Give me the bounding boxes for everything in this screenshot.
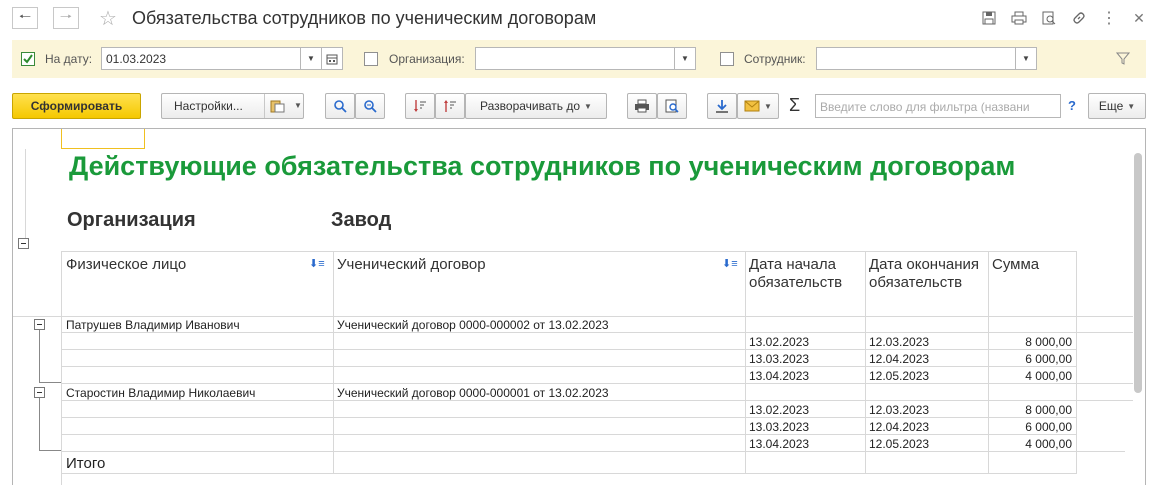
filter-bar: На дату: 01.03.2023 ▼ Организация: ▼ Сот… — [12, 40, 1146, 78]
sum-cell[interactable]: 6 000,00 — [992, 352, 1072, 366]
organization-dropdown-button[interactable]: ▼ — [674, 47, 696, 70]
title-bar: 🠐 🠒 ☆ Обязательства сотрудников по учени… — [0, 0, 1152, 38]
sum-cell[interactable]: 8 000,00 — [992, 403, 1072, 417]
start-date-cell[interactable]: 13.03.2023 — [749, 420, 809, 434]
col-header-person[interactable]: Физическое лицо — [62, 253, 332, 316]
expand-to-dropdown-icon: ▼ — [584, 101, 592, 111]
start-date-cell[interactable]: 13.02.2023 — [749, 403, 809, 417]
date-label: На дату: — [45, 52, 93, 66]
collapse-all-toggle[interactable] — [18, 238, 29, 249]
col-header-end[interactable]: Дата окончания обязательств — [865, 253, 987, 316]
sum-cell[interactable]: 4 000,00 — [992, 369, 1072, 383]
end-date-cell[interactable]: 12.05.2023 — [869, 369, 929, 383]
report-org-value: Завод — [331, 209, 392, 231]
date-dropdown-button[interactable]: ▼ — [300, 47, 322, 70]
date-checkbox[interactable] — [21, 52, 35, 66]
employee-field[interactable] — [816, 47, 1016, 70]
save-icon[interactable] — [980, 9, 998, 27]
sort-asc-button[interactable] — [435, 93, 465, 119]
end-date-cell[interactable]: 12.03.2023 — [869, 335, 929, 349]
employee-checkbox[interactable] — [720, 52, 734, 66]
settings-label: Настройки... — [174, 99, 243, 113]
end-date-cell[interactable]: 12.05.2023 — [869, 437, 929, 451]
more-actions-icon[interactable]: ⋮ — [1100, 9, 1118, 27]
end-date-cell[interactable]: 12.03.2023 — [869, 403, 929, 417]
print-preview-icon — [665, 99, 679, 113]
sort-desc-icon — [414, 100, 426, 112]
variant-icon — [270, 99, 286, 116]
help-link[interactable]: ? — [1068, 98, 1076, 113]
expand-to-label: Разворачивать до — [480, 99, 581, 113]
calendar-icon[interactable] — [321, 47, 343, 70]
sum-cell[interactable]: 6 000,00 — [992, 420, 1072, 434]
organization-checkbox[interactable] — [364, 52, 378, 66]
person-cell[interactable]: Патрушев Владимир Иванович — [66, 318, 240, 332]
envelope-icon — [744, 100, 760, 112]
start-date-cell[interactable]: 13.03.2023 — [749, 352, 809, 366]
sum-icon[interactable]: Σ — [789, 95, 800, 116]
sum-cell[interactable]: 8 000,00 — [992, 335, 1072, 349]
sort-asc-icon — [444, 100, 456, 112]
forward-icon[interactable]: 🠒 — [53, 7, 79, 29]
end-date-cell[interactable]: 12.04.2023 — [869, 420, 929, 434]
date-field[interactable]: 01.03.2023 — [101, 47, 301, 70]
contract-cell[interactable]: Ученический договор 0000-000002 от 13.02… — [337, 318, 609, 332]
group-1-toggle[interactable] — [34, 319, 45, 330]
link-icon[interactable] — [1070, 9, 1088, 27]
settings-dropdown-icon: ▼ — [294, 101, 302, 110]
search-next-icon — [364, 100, 377, 113]
save-report-button[interactable] — [707, 93, 737, 119]
more-label: Еще — [1098, 99, 1124, 113]
group-2-toggle[interactable] — [34, 387, 45, 398]
settings-button[interactable]: Настройки... ▼ — [161, 93, 304, 119]
selected-cell — [61, 129, 145, 149]
printer-icon — [635, 99, 649, 113]
person-cell[interactable]: Старостин Владимир Николаевич — [66, 386, 255, 400]
end-date-cell[interactable]: 12.04.2023 — [869, 352, 929, 366]
employee-label: Сотрудник: — [744, 52, 806, 66]
close-icon[interactable]: ✕ — [1130, 9, 1148, 27]
filter-icon[interactable] — [1115, 51, 1131, 68]
start-date-cell[interactable]: 13.04.2023 — [749, 369, 809, 383]
more-button[interactable]: Еще ▼ — [1088, 93, 1146, 119]
report-area[interactable]: Действующие обязательства сотрудников по… — [12, 128, 1146, 485]
col-header-start[interactable]: Дата начала обязательств — [745, 253, 865, 316]
print-button[interactable] — [627, 93, 657, 119]
organization-label: Организация: — [389, 52, 465, 66]
generate-button[interactable]: Сформировать — [12, 93, 141, 119]
print-icon[interactable] — [1010, 9, 1028, 27]
find-next-button[interactable] — [355, 93, 385, 119]
report-org-label: Организация — [67, 209, 196, 231]
sum-cell[interactable]: 4 000,00 — [992, 437, 1072, 451]
star-icon[interactable]: ☆ — [99, 6, 117, 31]
back-icon[interactable]: 🠐 — [12, 7, 38, 29]
sort-desc-button[interactable] — [405, 93, 435, 119]
report-search-input[interactable]: Введите слово для фильтра (названи — [815, 94, 1061, 118]
search-icon — [334, 100, 347, 113]
download-icon — [716, 100, 728, 113]
preview-button[interactable] — [657, 93, 687, 119]
email-dropdown-icon: ▼ — [764, 101, 772, 111]
more-dropdown-icon: ▼ — [1127, 101, 1136, 111]
find-button[interactable] — [325, 93, 355, 119]
sort-contract-icon[interactable]: ⬇≡ — [722, 257, 738, 270]
preview-icon[interactable] — [1040, 9, 1058, 27]
col-header-contract[interactable]: Ученический договор — [333, 253, 745, 316]
contract-cell[interactable]: Ученический договор 0000-000001 от 13.02… — [337, 386, 609, 400]
start-date-cell[interactable]: 13.02.2023 — [749, 335, 809, 349]
employee-dropdown-button[interactable]: ▼ — [1015, 47, 1037, 70]
sort-person-icon[interactable]: ⬇≡ — [309, 257, 325, 270]
organization-field[interactable] — [475, 47, 675, 70]
report-title: Действующие обязательства сотрудников по… — [69, 151, 1016, 181]
expand-to-button[interactable]: Разворачивать до ▼ — [465, 93, 607, 119]
vertical-scrollbar[interactable] — [1134, 153, 1142, 393]
window-title: Обязательства сотрудников по ученическим… — [132, 8, 597, 28]
col-header-sum[interactable]: Сумма — [988, 253, 1076, 316]
total-label[interactable]: Итого — [66, 455, 105, 472]
send-email-button[interactable]: ▼ — [737, 93, 779, 119]
start-date-cell[interactable]: 13.04.2023 — [749, 437, 809, 451]
